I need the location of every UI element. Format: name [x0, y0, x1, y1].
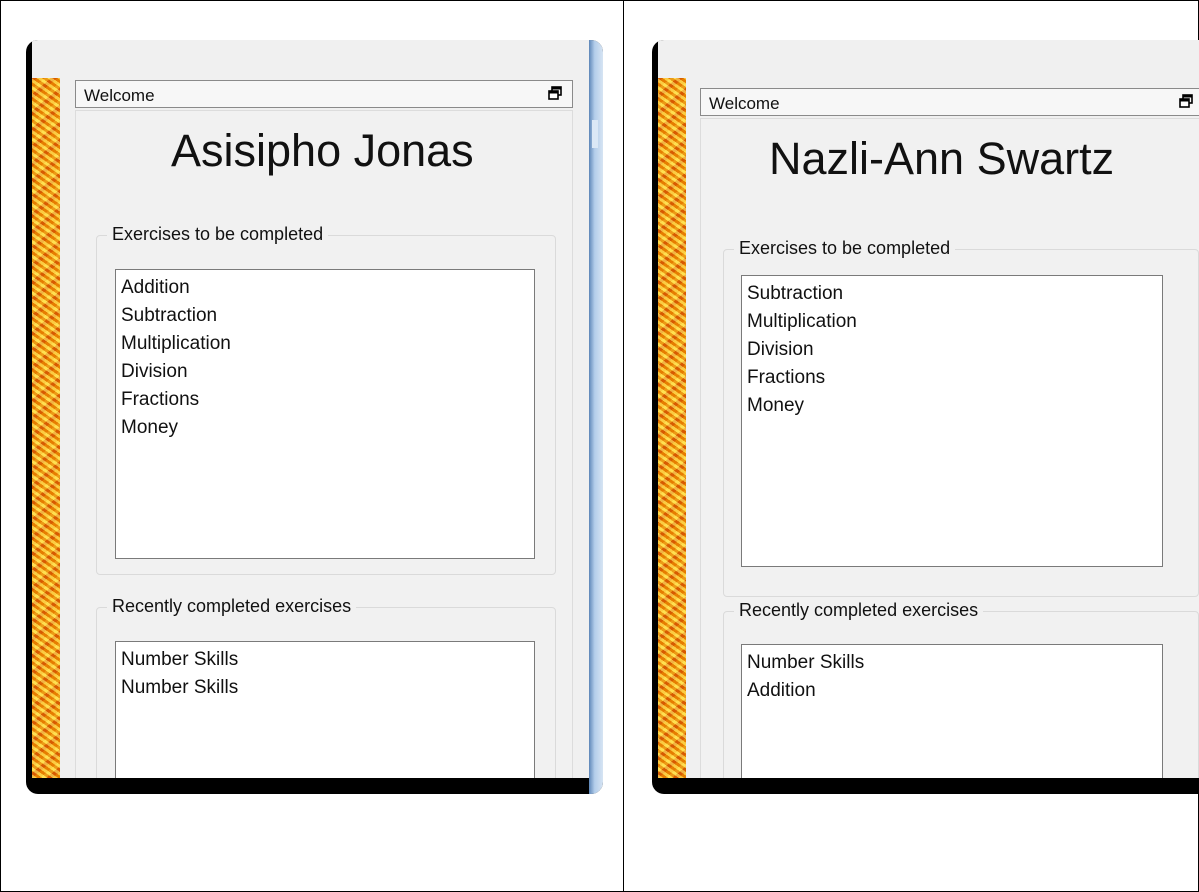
right-exercises-listbox[interactable]: Subtraction Multiplication Division Frac…: [741, 275, 1163, 567]
left-window-frame: Welcome Asisipho Jonas Exercises to be c…: [26, 40, 603, 794]
list-item[interactable]: Addition: [121, 274, 529, 302]
right-welcome-panel-header: Welcome: [700, 88, 1199, 116]
list-item[interactable]: Number Skills: [121, 646, 529, 674]
right-recent-groupbox: Recently completed exercises Number Skil…: [723, 600, 1199, 778]
list-item[interactable]: Addition: [747, 677, 1157, 705]
right-recent-listbox[interactable]: Number Skills Addition: [741, 644, 1163, 778]
list-item[interactable]: Subtraction: [121, 302, 529, 330]
list-item[interactable]: Number Skills: [121, 674, 529, 702]
right-recent-group-label: Recently completed exercises: [734, 600, 984, 621]
left-welcome-panel: Asisipho Jonas Exercises to be completed…: [75, 110, 573, 778]
left-exercises-groupbox: Exercises to be completed Addition Subtr…: [96, 224, 556, 575]
list-item[interactable]: Fractions: [747, 364, 1157, 392]
list-item[interactable]: Number Skills: [747, 649, 1157, 677]
list-item[interactable]: Multiplication: [747, 308, 1157, 336]
left-recent-group-label: Recently completed exercises: [107, 596, 357, 617]
restore-window-icon[interactable]: [1179, 94, 1193, 108]
right-window-client: Welcome Nazli-Ann Swartz Exercises to be…: [658, 40, 1199, 778]
right-student-name: Nazli-Ann Swartz: [769, 133, 1115, 184]
right-welcome-panel: Nazli-Ann Swartz Exercises to be complet…: [700, 118, 1199, 778]
left-exercises-group-label: Exercises to be completed: [107, 224, 329, 245]
left-orange-texture-strip: [32, 78, 60, 778]
list-item[interactable]: Money: [121, 414, 529, 442]
list-item[interactable]: Money: [747, 392, 1157, 420]
list-item[interactable]: Subtraction: [747, 280, 1157, 308]
left-welcome-panel-header: Welcome: [75, 80, 573, 108]
list-item[interactable]: Multiplication: [121, 330, 529, 358]
left-student-name: Asisipho Jonas: [171, 125, 474, 176]
left-welcome-title: Welcome: [84, 86, 155, 105]
left-exercises-listbox[interactable]: Addition Subtraction Multiplication Divi…: [115, 269, 535, 559]
list-item[interactable]: Fractions: [121, 386, 529, 414]
screenshot-divider: [623, 0, 624, 892]
restore-window-icon[interactable]: [548, 86, 562, 100]
left-recent-listbox[interactable]: Number Skills Number Skills: [115, 641, 535, 778]
left-window-blue-scrollbar[interactable]: [589, 40, 603, 794]
right-window-frame: Welcome Nazli-Ann Swartz Exercises to be…: [652, 40, 1199, 794]
right-exercises-groupbox: Exercises to be completed Subtraction Mu…: [723, 238, 1199, 597]
right-exercises-group-label: Exercises to be completed: [734, 238, 956, 259]
right-welcome-title: Welcome: [709, 94, 780, 113]
left-recent-groupbox: Recently completed exercises Number Skil…: [96, 596, 556, 778]
scrollbar-thumb[interactable]: [592, 120, 598, 148]
left-window-client: Welcome Asisipho Jonas Exercises to be c…: [32, 40, 589, 778]
list-item[interactable]: Division: [121, 358, 529, 386]
list-item[interactable]: Division: [747, 336, 1157, 364]
right-orange-texture-strip: [658, 78, 686, 778]
